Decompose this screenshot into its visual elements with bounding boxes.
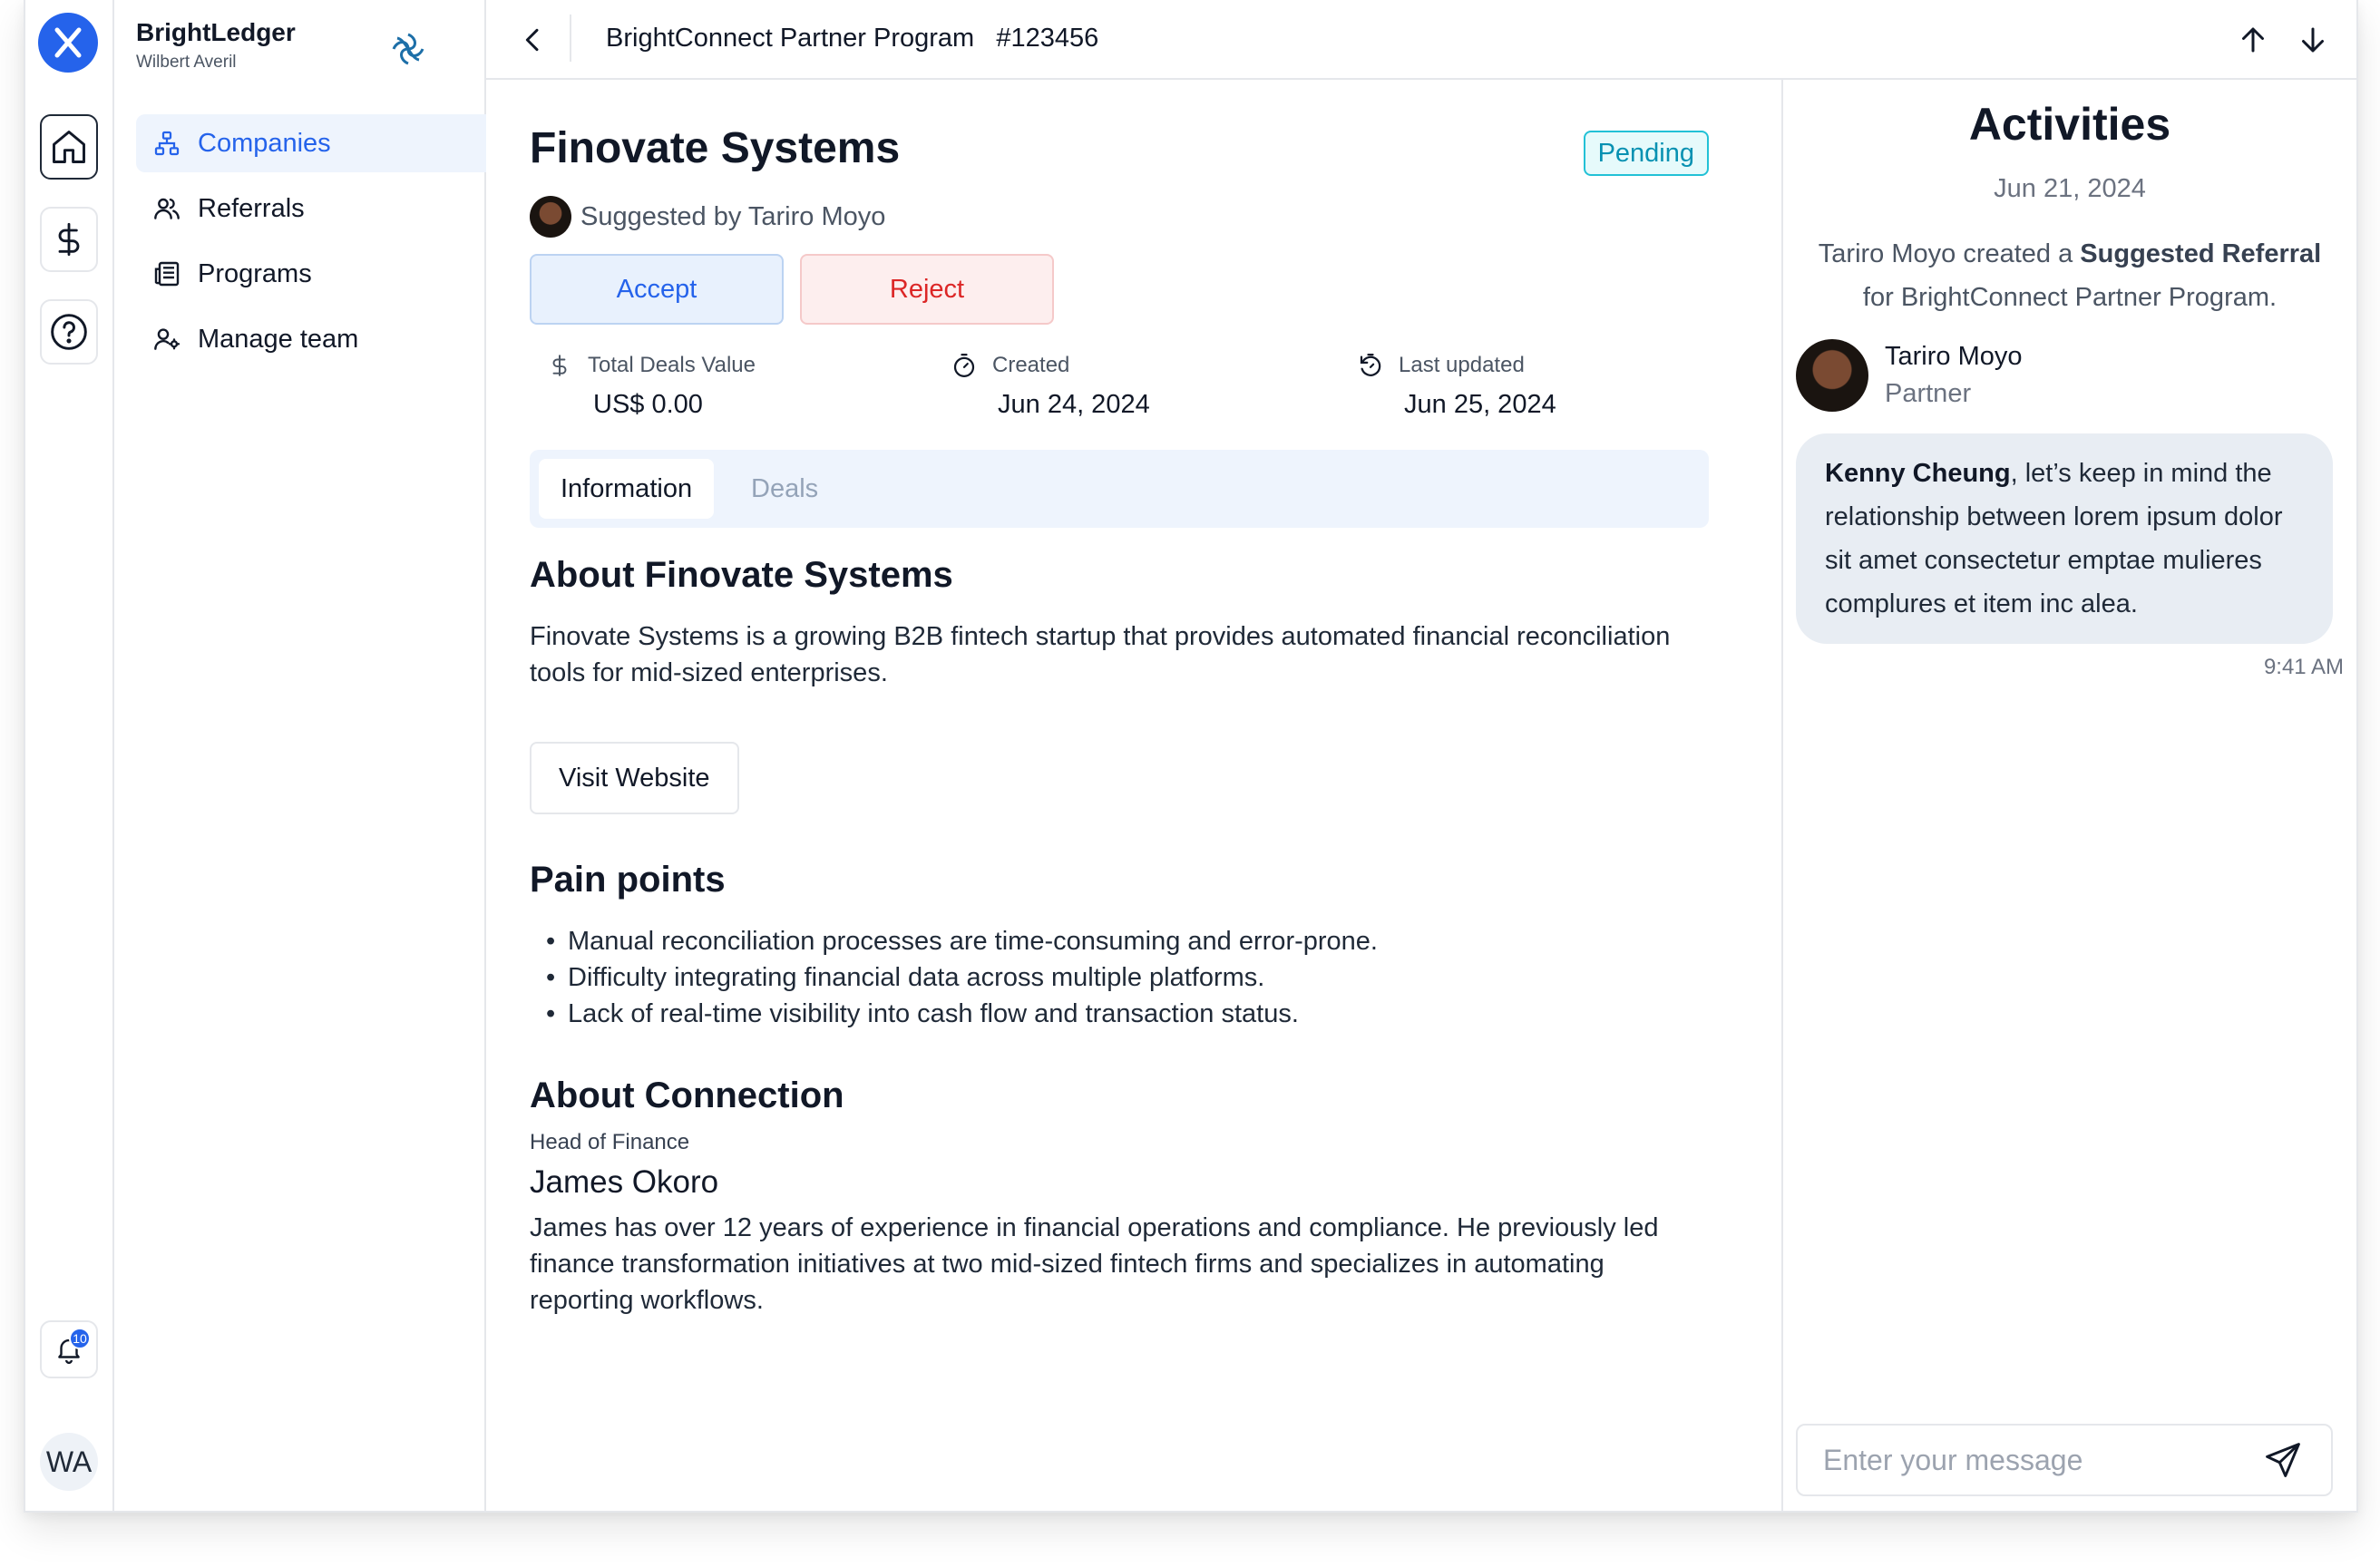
tab-deals[interactable]: Deals (729, 459, 840, 519)
next-record-button[interactable] (2289, 20, 2336, 60)
tab-bar: Information Deals (530, 450, 1709, 528)
help-icon (51, 314, 87, 350)
sidebar-item-programs[interactable]: Programs (136, 245, 486, 303)
sidebar-item-label: Referrals (198, 193, 305, 223)
message-input[interactable] (1823, 1443, 2260, 1477)
sidebar-item-label: Companies (198, 128, 331, 158)
notification-badge: 10 (69, 1328, 91, 1349)
app-window: 10 WA BrightLedger Wilbert Averil Compan… (24, 0, 2358, 1513)
dollar-icon (58, 222, 80, 257)
activities-title: Activities (1968, 99, 2171, 150)
topbar-divider (570, 15, 571, 62)
about-heading: About Finovate Systems (530, 555, 953, 595)
activity-event: Tariro Moyo created a Suggested Referral… (1801, 232, 2338, 319)
user-avatar[interactable]: WA (40, 1433, 98, 1491)
list-item: Manual reconciliation processes are time… (546, 923, 1378, 959)
home-button[interactable] (40, 114, 98, 180)
activities-panel: Activities Jun 21, 2024 Tariro Moyo crea… (1783, 0, 2356, 1511)
back-button[interactable] (512, 18, 555, 62)
page-title: BrightConnect Partner Program #123456 (606, 24, 1098, 54)
message-mention: Kenny Cheung (1825, 459, 2011, 488)
connection-role: Head of Finance (530, 1130, 690, 1154)
send-button[interactable] (2260, 1437, 2306, 1483)
message-timestamp: 9:41 AM (2263, 655, 2344, 679)
sidebar: BrightLedger Wilbert Averil Companies Re… (114, 0, 486, 1511)
program-id: #123456 (996, 24, 1099, 53)
stat-total-deals: Total Deals Value US$ 0.00 (546, 352, 756, 420)
user-cog-icon (151, 323, 183, 355)
org-user: Wilbert Averil (136, 53, 237, 72)
topbar: BrightConnect Partner Program #123456 (486, 0, 2356, 80)
home-icon (53, 131, 85, 163)
refresh-timer-icon (1357, 352, 1384, 379)
author-name: Tariro Moyo (1885, 342, 2023, 371)
users-icon (151, 192, 183, 225)
stat-last-updated: Last updated Jun 25, 2024 (1357, 352, 1556, 420)
connection-heading: About Connection (530, 1075, 844, 1115)
sidebar-item-label: Manage team (198, 324, 359, 354)
visit-website-button[interactable]: Visit Website (530, 742, 739, 814)
arrow-down-icon (2302, 27, 2324, 53)
author-role: Partner (1885, 379, 1972, 408)
org-name: BrightLedger (136, 18, 296, 46)
accept-button[interactable]: Accept (530, 254, 784, 325)
pain-points-heading: Pain points (530, 860, 726, 900)
icon-rail: 10 WA (25, 0, 114, 1511)
program-title: BrightConnect Partner Program (606, 24, 975, 53)
billing-button[interactable] (40, 207, 98, 272)
message-composer (1796, 1424, 2333, 1496)
org-chart-icon (151, 127, 183, 160)
record-navigation (2229, 20, 2336, 60)
stat-label: Last updated (1399, 353, 1525, 377)
suggester-avatar (530, 196, 571, 238)
arrow-up-icon (2242, 27, 2264, 53)
stat-label: Created (992, 353, 1070, 377)
send-icon (2266, 1443, 2300, 1477)
dollar-icon (546, 352, 573, 379)
stats-row: Total Deals Value US$ 0.00 Created Jun 2… (546, 352, 1707, 424)
newspaper-icon (151, 258, 183, 290)
tab-information[interactable]: Information (539, 459, 715, 519)
message-bubble: Kenny Cheung, let’s keep in mind the rel… (1796, 433, 2333, 644)
event-text: for BrightConnect Partner Program. (1862, 283, 2278, 312)
app-logo-icon[interactable] (38, 13, 98, 73)
list-item: Lack of real-time visibility into cash f… (546, 996, 1378, 1032)
activity-author: Tariro Moyo Partner (1796, 339, 2023, 412)
status-badge: Pending (1583, 131, 1709, 176)
company-name: Finovate Systems (530, 124, 901, 172)
list-item: Difficulty integrating financial data ac… (546, 959, 1378, 996)
suggested-by: Suggested by Tariro Moyo (530, 196, 885, 238)
stat-label: Total Deals Value (588, 353, 756, 377)
sidebar-nav: Companies Referrals Programs Manage team (136, 114, 486, 375)
suggested-by-text: Suggested by Tariro Moyo (580, 201, 886, 231)
connection-bio: James has over 12 years of experience in… (530, 1213, 1659, 1315)
pain-points-list: Manual reconciliation processes are time… (546, 923, 1378, 1032)
stat-value: Jun 25, 2024 (1404, 390, 1556, 419)
connection-name: James Okoro (530, 1164, 719, 1200)
stat-created: Created Jun 24, 2024 (951, 352, 1150, 420)
sidebar-item-referrals[interactable]: Referrals (136, 180, 486, 238)
activity-date: Jun 21, 2024 (1994, 174, 2146, 203)
sidebar-item-label: Programs (198, 258, 312, 288)
main-panel: BrightConnect Partner Program #123456 Fi… (486, 0, 2356, 1511)
previous-record-button[interactable] (2229, 20, 2277, 60)
sidebar-item-companies[interactable]: Companies (136, 114, 486, 172)
help-button[interactable] (40, 299, 98, 365)
reject-button[interactable]: Reject (800, 254, 1054, 325)
about-text: Finovate Systems is a growing B2B fintec… (530, 622, 1671, 687)
org-logo-icon (390, 31, 426, 72)
event-highlight: Suggested Referral (2080, 239, 2322, 268)
stopwatch-icon (951, 352, 978, 379)
notifications-button[interactable]: 10 (40, 1320, 98, 1378)
chevron-left-icon (525, 28, 539, 52)
sidebar-item-manage-team[interactable]: Manage team (136, 310, 486, 368)
event-text: Tariro Moyo created a (1818, 239, 2081, 268)
stat-value: US$ 0.00 (593, 390, 703, 419)
stat-value: Jun 24, 2024 (998, 390, 1150, 419)
avatar (1796, 339, 1868, 412)
